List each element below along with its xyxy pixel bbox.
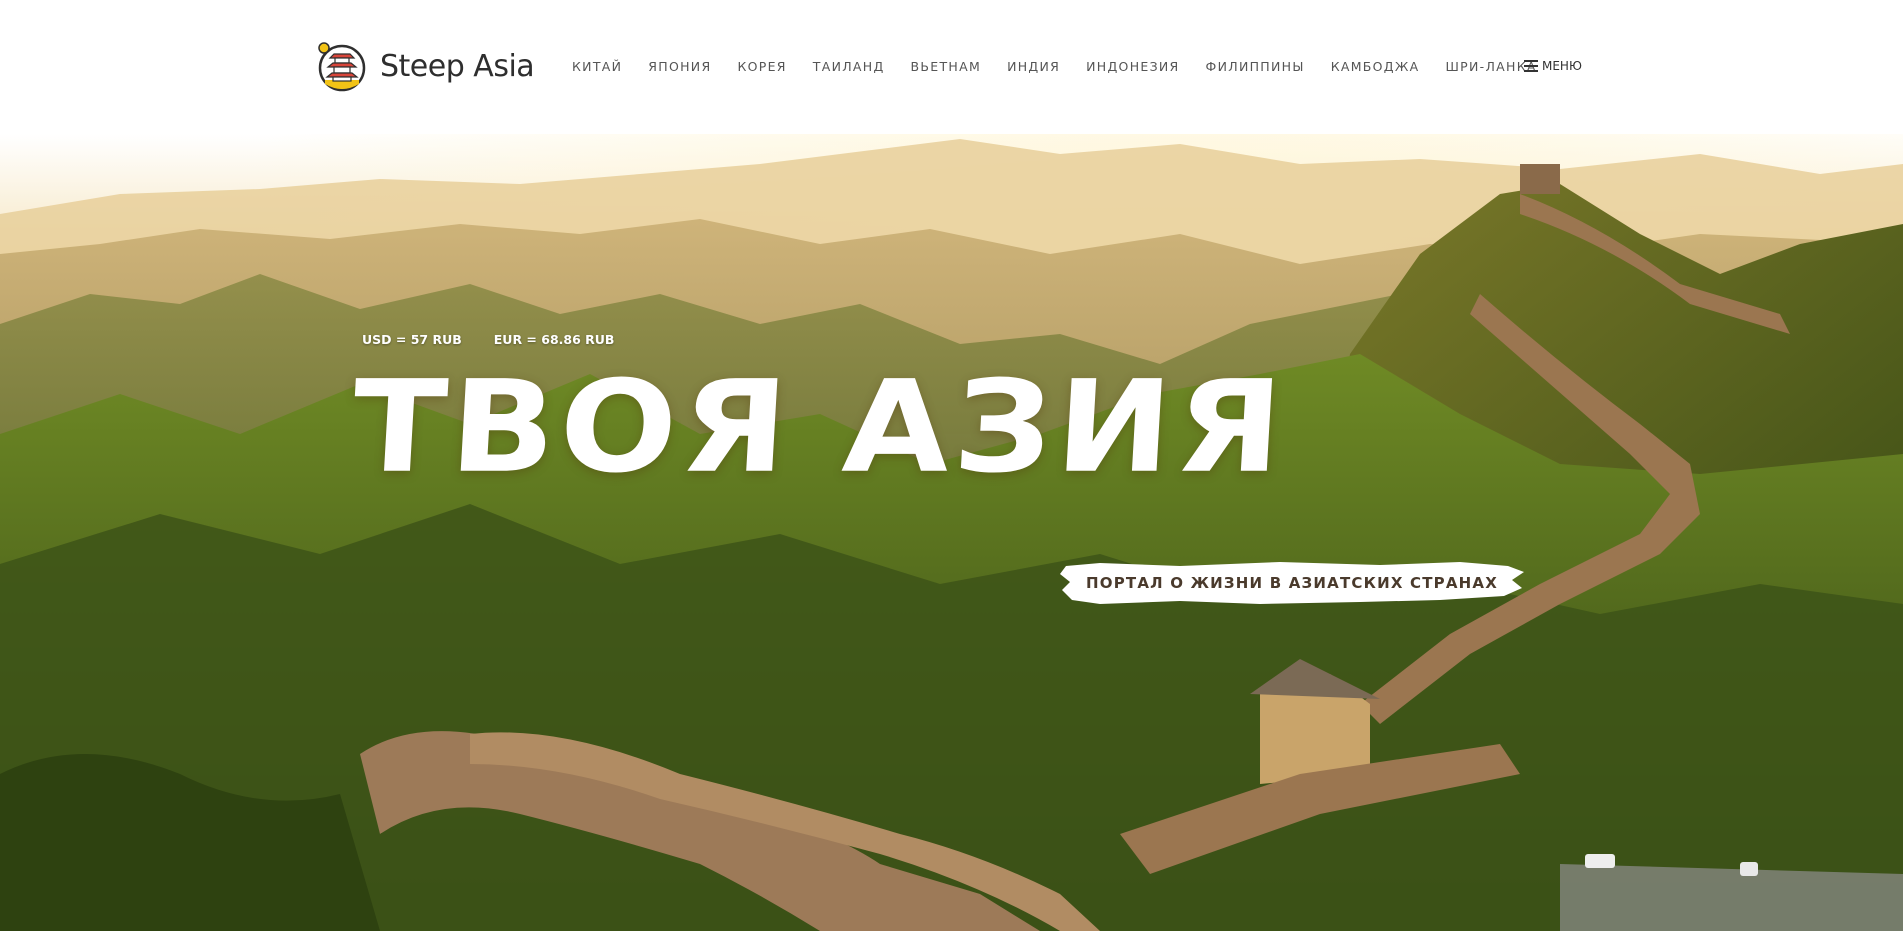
brand-name: Steep Asia [380, 48, 535, 84]
menu-button[interactable]: МЕНЮ [1524, 59, 1582, 73]
nav-item-cambodia[interactable]: КАМБОДЖА [1331, 59, 1420, 74]
nav-item-vietnam[interactable]: ВЬЕТНАМ [911, 59, 982, 74]
nav-item-indonesia[interactable]: ИНДОНЕЗИЯ [1086, 59, 1179, 74]
usd-rate: USD = 57 RUB [362, 332, 462, 347]
tagline-banner: ПОРТАЛ О ЖИЗНИ В АЗИАТСКИХ СТРАНАХ [1060, 560, 1524, 606]
tagline-text: ПОРТАЛ О ЖИЗНИ В АЗИАТСКИХ СТРАНАХ [1086, 574, 1498, 592]
eur-rate: EUR = 68.86 RUB [493, 332, 615, 347]
nav-item-philippines[interactable]: ФИЛИППИНЫ [1206, 59, 1305, 74]
nav-item-thailand[interactable]: ТАИЛАНД [813, 59, 885, 74]
menu-label: МЕНЮ [1542, 59, 1582, 73]
great-wall-landscape-image [0, 134, 1903, 931]
exchange-rates: USD = 57 RUB EUR = 68.86 RUB [362, 332, 646, 347]
hamburger-icon [1524, 60, 1538, 72]
hero-title: ТВОЯ АЗИЯ [348, 352, 1291, 502]
main-nav: КИТАЙ ЯПОНИЯ КОРЕЯ ТАИЛАНД ВЬЕТНАМ ИНДИЯ… [572, 59, 1563, 74]
nav-item-korea[interactable]: КОРЕЯ [737, 59, 786, 74]
site-header: Steep Asia КИТАЙ ЯПОНИЯ КОРЕЯ ТАИЛАНД ВЬ… [0, 0, 1903, 134]
nav-item-japan[interactable]: ЯПОНИЯ [648, 59, 711, 74]
nav-item-china[interactable]: КИТАЙ [572, 59, 622, 74]
logo[interactable]: Steep Asia [316, 40, 535, 92]
hero-banner: USD = 57 RUB EUR = 68.86 RUB ТВОЯ АЗИЯ П… [0, 134, 1903, 931]
nav-item-india[interactable]: ИНДИЯ [1007, 59, 1060, 74]
pagoda-logo-icon [318, 42, 366, 92]
